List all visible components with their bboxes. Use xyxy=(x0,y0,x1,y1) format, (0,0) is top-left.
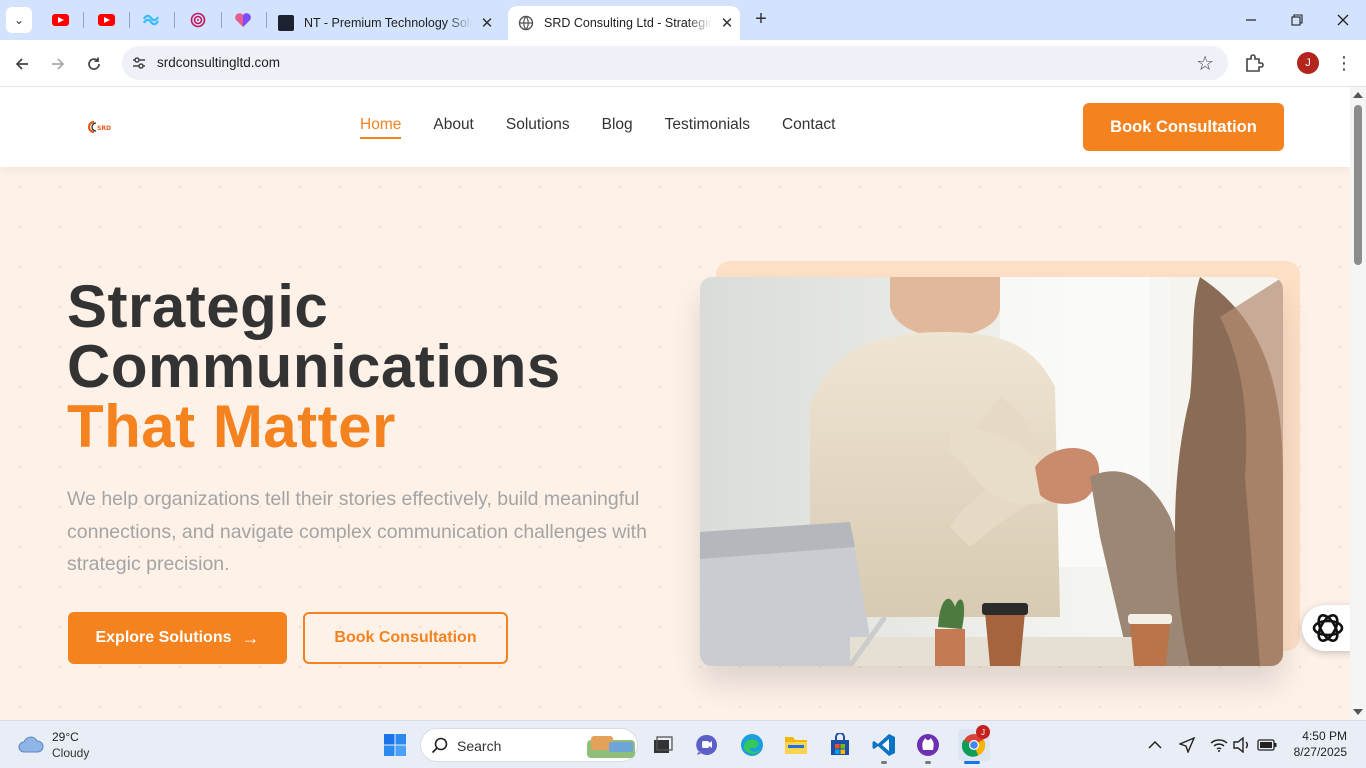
taskbar-search-box[interactable]: Search xyxy=(420,728,638,762)
nt-favicon-icon xyxy=(278,15,294,31)
tab-title: NT - Premium Technology Solutions xyxy=(304,16,472,30)
chrome-profile-badge: J xyxy=(976,725,990,739)
windows-taskbar: 29°C Cloudy Search J 4:50 PM 8/27/2025 xyxy=(0,720,1366,768)
back-arrow-icon[interactable] xyxy=(10,52,34,76)
globe-icon xyxy=(518,15,534,31)
running-indicator xyxy=(925,761,931,764)
cloud-weather-icon[interactable] xyxy=(18,735,44,753)
show-hidden-icons-chevron-icon[interactable] xyxy=(1144,732,1166,758)
file-explorer-icon[interactable] xyxy=(783,732,809,758)
tab-title: SRD Consulting Ltd - Strategic Communica… xyxy=(544,16,712,30)
logo-text: SRD xyxy=(97,125,111,132)
close-tab-icon[interactable]: ✕ xyxy=(718,14,736,32)
hero-handshake-image xyxy=(700,277,1283,666)
address-bar[interactable]: srdconsultingltd.com ☆ xyxy=(122,46,1228,80)
bookmark-star-icon[interactable]: ☆ xyxy=(1196,51,1214,76)
volume-icon[interactable] xyxy=(1231,732,1253,758)
windows-start-icon[interactable] xyxy=(382,732,408,758)
scroll-thumb[interactable] xyxy=(1354,105,1362,265)
arrow-right-icon: → xyxy=(241,627,260,648)
store-icon[interactable] xyxy=(827,732,853,758)
site-header: SRD Home About Solutions Blog Testimonia… xyxy=(0,87,1350,167)
tab-separator xyxy=(83,12,84,28)
youtube-icon xyxy=(51,14,69,26)
heart-app-icon xyxy=(235,13,251,27)
search-icon xyxy=(431,737,448,754)
srd-logo[interactable]: SRD xyxy=(86,120,112,134)
page-scrollbar[interactable] xyxy=(1350,87,1366,720)
profile-avatar[interactable]: J xyxy=(1297,52,1319,74)
hero-title-line-1: Strategic xyxy=(67,273,329,340)
nav-contact[interactable]: Contact xyxy=(782,116,835,134)
hero-title: Strategic Communications That Matter xyxy=(67,277,561,457)
vscode-icon[interactable] xyxy=(871,732,897,758)
explore-solutions-button[interactable]: Explore Solutions → xyxy=(68,612,287,664)
active-indicator xyxy=(964,761,980,764)
new-tab-button[interactable]: + xyxy=(750,9,772,31)
search-highlight-icon xyxy=(587,736,635,758)
weather-condition[interactable]: Cloudy xyxy=(52,746,89,760)
hero-title-line-2: Communications xyxy=(67,333,561,400)
running-indicator xyxy=(881,761,887,764)
page-viewport: SRD Home About Solutions Blog Testimonia… xyxy=(0,87,1350,720)
scroll-up-arrow-icon[interactable] xyxy=(1353,92,1363,98)
wifi-icon[interactable] xyxy=(1208,732,1230,758)
book-consultation-nav-button[interactable]: Book Consultation xyxy=(1083,103,1284,151)
tab-separator xyxy=(174,12,175,28)
main-nav: Home About Solutions Blog Testimonials C… xyxy=(360,116,835,139)
hero-subtitle: We help organizations tell their stories… xyxy=(67,488,647,575)
nav-about[interactable]: About xyxy=(433,116,474,134)
clock-date[interactable]: 8/27/2025 xyxy=(1280,745,1347,759)
edge-icon[interactable] xyxy=(739,732,765,758)
weather-temperature[interactable]: 29°C xyxy=(52,730,79,744)
task-view-icon[interactable] xyxy=(649,732,675,758)
chrome-icon[interactable]: J xyxy=(958,725,990,761)
minimize-window-icon[interactable] xyxy=(1239,8,1263,32)
pinned-tab-spiral[interactable] xyxy=(188,10,208,30)
tab-separator xyxy=(266,12,267,28)
browser-tab-strip: ⌄ NT - Premium Technology Solutions ✕ SR… xyxy=(0,0,1366,40)
pinned-tab-youtube[interactable] xyxy=(50,10,70,30)
reload-icon[interactable] xyxy=(82,52,106,76)
restore-window-icon[interactable] xyxy=(1285,8,1309,32)
close-window-icon[interactable] xyxy=(1331,8,1355,32)
github-icon[interactable] xyxy=(915,732,941,758)
nav-solutions[interactable]: Solutions xyxy=(506,116,570,134)
spiral-icon xyxy=(190,12,206,28)
tab-srd-consulting[interactable]: SRD Consulting Ltd - Strategic Communica… xyxy=(508,6,740,40)
location-arrow-icon[interactable] xyxy=(1176,732,1198,758)
taskbar-search-placeholder: Search xyxy=(457,738,502,754)
tab-nt-premium[interactable]: NT - Premium Technology Solutions ✕ xyxy=(274,6,500,40)
url-text[interactable]: srdconsultingltd.com xyxy=(157,55,280,70)
scroll-down-arrow-icon[interactable] xyxy=(1353,709,1363,715)
tailwind-icon xyxy=(143,14,159,26)
extensions-puzzle-icon[interactable] xyxy=(1244,52,1264,74)
explore-solutions-label: Explore Solutions xyxy=(95,629,232,646)
clock-time[interactable]: 4:50 PM xyxy=(1290,729,1347,743)
browser-toolbar: srdconsultingltd.com ☆ J ⋮ xyxy=(0,40,1366,87)
forward-arrow-icon[interactable] xyxy=(46,52,70,76)
hero-title-accent: That Matter xyxy=(67,393,396,460)
pinned-tab-youtube-2[interactable] xyxy=(96,10,116,30)
browser-menu-icon[interactable]: ⋮ xyxy=(1334,51,1354,75)
youtube-icon xyxy=(97,14,115,26)
close-tab-icon[interactable]: ✕ xyxy=(478,14,496,32)
tab-search-chevron-icon[interactable]: ⌄ xyxy=(6,7,32,33)
nav-home[interactable]: Home xyxy=(360,116,402,139)
pinned-tab-tailwind[interactable] xyxy=(141,10,161,30)
chat-widget-button[interactable] xyxy=(1302,605,1350,651)
tab-separator xyxy=(221,12,222,28)
nav-testimonials[interactable]: Testimonials xyxy=(665,116,750,134)
openai-knot-icon xyxy=(1312,614,1344,642)
chat-icon[interactable] xyxy=(694,732,720,758)
battery-icon[interactable] xyxy=(1256,732,1278,758)
nav-blog[interactable]: Blog xyxy=(602,116,633,134)
pinned-tab-heart-app[interactable] xyxy=(233,10,253,30)
book-consultation-hero-button[interactable]: Book Consultation xyxy=(303,612,508,664)
tab-separator xyxy=(129,12,130,28)
site-info-icon[interactable] xyxy=(130,54,148,72)
